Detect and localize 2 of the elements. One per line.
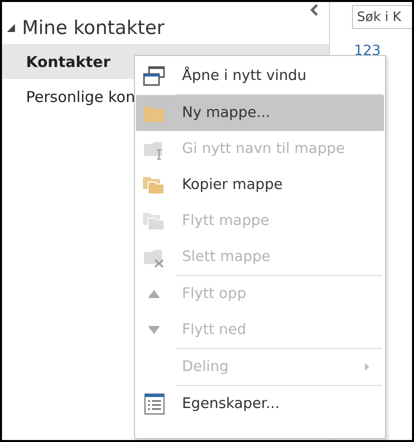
section-title: Mine kontakter (22, 17, 164, 39)
index-label: 123 (353, 43, 382, 59)
